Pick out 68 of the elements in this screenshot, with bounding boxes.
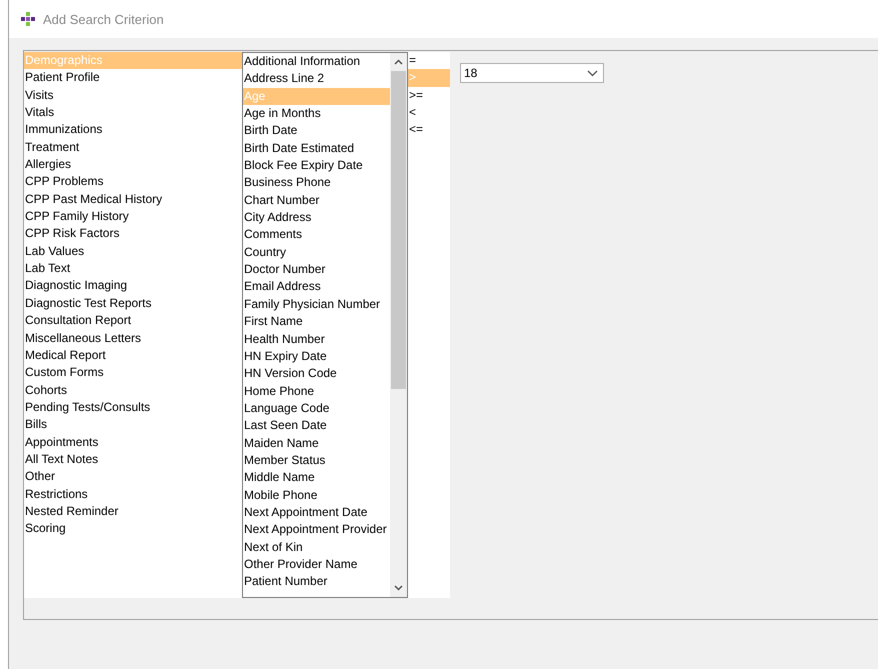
field-item[interactable]: Next of Kin xyxy=(243,538,390,556)
category-item[interactable]: Cohorts xyxy=(24,382,242,399)
field-item[interactable]: Health Number xyxy=(243,330,390,348)
category-item[interactable]: Bills xyxy=(24,416,242,434)
field-item[interactable]: Chart Number xyxy=(243,192,390,210)
category-item[interactable]: Immunizations xyxy=(24,121,242,139)
field-item[interactable]: Email Address xyxy=(243,278,390,296)
category-item[interactable]: Pending Tests/Consults xyxy=(24,398,242,416)
category-item[interactable]: CPP Family History xyxy=(24,208,242,226)
field-item[interactable]: Family Physician Number xyxy=(243,296,390,314)
category-item[interactable]: Restrictions xyxy=(24,486,242,503)
category-item[interactable]: Appointments xyxy=(24,434,242,451)
field-item[interactable]: Next Appointment Provider xyxy=(243,521,390,539)
scroll-thumb[interactable] xyxy=(391,71,406,389)
category-item[interactable]: Medical Report xyxy=(24,346,242,364)
field-item[interactable]: HN Version Code xyxy=(243,365,390,383)
window-title: Add Search Criterion xyxy=(43,12,164,26)
field-item[interactable]: First Name xyxy=(243,313,390,330)
category-item[interactable]: Treatment xyxy=(24,138,242,156)
field-item[interactable]: Mobile Phone xyxy=(243,486,390,504)
category-item[interactable]: Vitals xyxy=(24,104,242,122)
value-dropdown[interactable]: 18 xyxy=(460,63,604,83)
field-item[interactable]: Other Provider Name xyxy=(243,556,390,574)
field-item[interactable]: City Address xyxy=(243,209,390,226)
field-item[interactable]: Additional Information xyxy=(243,53,390,70)
category-item[interactable]: Lab Values xyxy=(24,242,242,260)
field-item[interactable]: Next Appointment Date xyxy=(243,504,390,522)
field-item[interactable]: Comments xyxy=(243,226,390,244)
category-item[interactable]: Diagnostic Test Reports xyxy=(24,294,242,312)
field-item[interactable]: Birth Date xyxy=(243,122,390,140)
category-item[interactable]: Other xyxy=(24,468,242,486)
category-item[interactable]: Consultation Report xyxy=(24,312,242,330)
chevron-down-icon xyxy=(587,70,598,76)
field-item[interactable]: Middle Name xyxy=(243,469,390,487)
category-item[interactable]: Visits xyxy=(24,86,242,104)
field-item[interactable]: Patient Number xyxy=(243,573,390,591)
field-item[interactable]: Age in Months xyxy=(243,105,390,122)
operator-item[interactable]: >= xyxy=(408,86,450,104)
field-item[interactable]: Maiden Name xyxy=(243,434,390,452)
category-item[interactable]: CPP Problems xyxy=(24,173,242,191)
field-item[interactable]: Business Phone xyxy=(243,174,390,192)
field-item[interactable]: Home Phone xyxy=(243,382,390,400)
operator-item[interactable]: < xyxy=(408,104,450,122)
scroll-up-icon[interactable] xyxy=(394,59,403,65)
field-item[interactable]: Member Status xyxy=(243,452,390,470)
app-icon xyxy=(21,12,35,26)
category-item[interactable]: Diagnostic Imaging xyxy=(24,277,242,295)
field-item[interactable]: Birth Date Estimated xyxy=(243,140,390,158)
field-item[interactable]: Address Line 2 xyxy=(243,70,390,88)
category-item[interactable]: CPP Past Medical History xyxy=(24,190,242,208)
category-item[interactable]: Lab Text xyxy=(24,260,242,278)
category-item[interactable]: Allergies xyxy=(24,156,242,174)
category-item[interactable]: Custom Forms xyxy=(24,364,242,382)
field-item[interactable]: Doctor Number xyxy=(243,261,390,278)
category-item[interactable]: Patient Profile xyxy=(24,69,242,87)
operator-item[interactable]: <= xyxy=(408,121,450,139)
category-item[interactable]: Nested Reminder xyxy=(24,502,242,520)
category-item[interactable]: All Text Notes xyxy=(24,450,242,468)
field-item[interactable]: Block Fee Expiry Date xyxy=(243,157,390,174)
category-item[interactable]: CPP Risk Factors xyxy=(24,225,242,243)
operator-item[interactable]: = xyxy=(408,52,450,70)
field-item[interactable]: HN Expiry Date xyxy=(243,348,390,366)
field-item[interactable]: Country xyxy=(243,244,390,262)
scroll-down-icon[interactable] xyxy=(394,585,403,591)
category-item[interactable]: Miscellaneous Letters xyxy=(24,330,242,347)
field-item[interactable]: Language Code xyxy=(243,400,390,418)
field-item[interactable]: Last Seen Date xyxy=(243,417,390,435)
category-item[interactable]: Scoring xyxy=(24,520,242,538)
